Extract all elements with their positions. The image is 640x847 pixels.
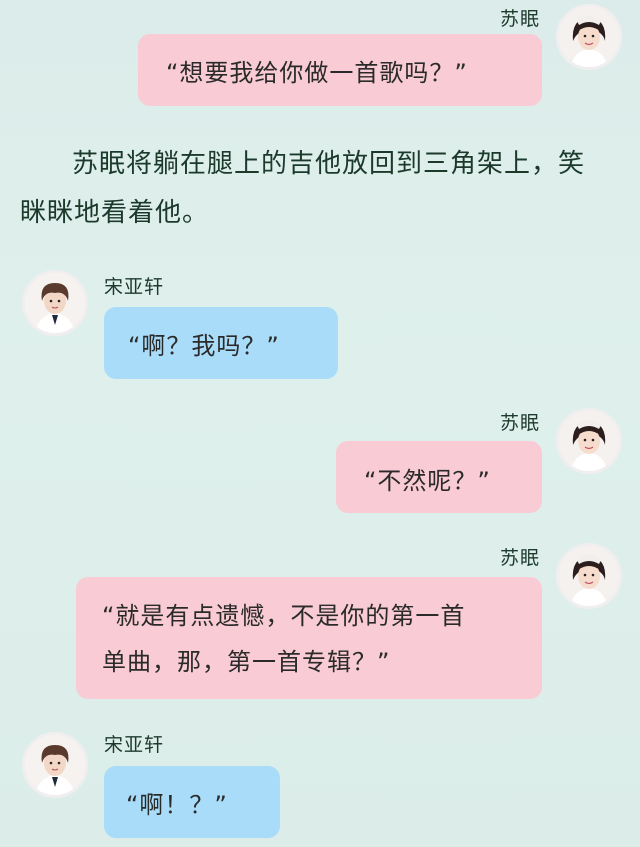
avatar-sumian-icon[interactable] xyxy=(556,408,622,474)
message-bubble: “啊？我吗？” xyxy=(104,307,338,379)
avatar-songyaxuan-icon[interactable] xyxy=(22,270,88,336)
avatar-songyaxuan-icon[interactable] xyxy=(22,732,88,798)
message-text: “啊！？” xyxy=(126,791,228,819)
avatar-sumian-icon[interactable] xyxy=(556,4,622,70)
narration-line: 苏眠将躺在腿上的吉他放回到三角架上，笑 xyxy=(72,149,586,179)
message-text: “想要我给你做一首歌吗？” xyxy=(166,59,468,87)
message-bubble: “不然呢？” xyxy=(336,441,542,513)
avatar-sumian-icon[interactable] xyxy=(556,543,622,609)
sender-name: 宋亚轩 xyxy=(104,734,165,756)
message-bubble: “想要我给你做一首歌吗？” xyxy=(138,34,542,106)
sender-name: 苏眠 xyxy=(499,547,540,569)
sender-name: 苏眠 xyxy=(499,8,540,30)
message-bubble: “啊！？” xyxy=(104,766,280,838)
message-text: 单曲，那，第一首专辑？” xyxy=(102,648,391,676)
message-bubble: “就是有点遗憾，不是你的第一首 单曲，那，第一首专辑？” xyxy=(76,577,542,699)
narration-paragraph: 苏眠将躺在腿上的吉他放回到三角架上，笑 眯眯地看着他。 xyxy=(20,140,625,238)
message-text: “啊？我吗？” xyxy=(128,332,280,360)
sender-name: 宋亚轩 xyxy=(104,276,165,298)
message-text: “就是有点遗憾，不是你的第一首 xyxy=(102,602,466,630)
sender-name: 苏眠 xyxy=(499,412,540,434)
narration-line: 眯眯地看着他。 xyxy=(20,198,210,228)
message-text: “不然呢？” xyxy=(364,467,491,495)
